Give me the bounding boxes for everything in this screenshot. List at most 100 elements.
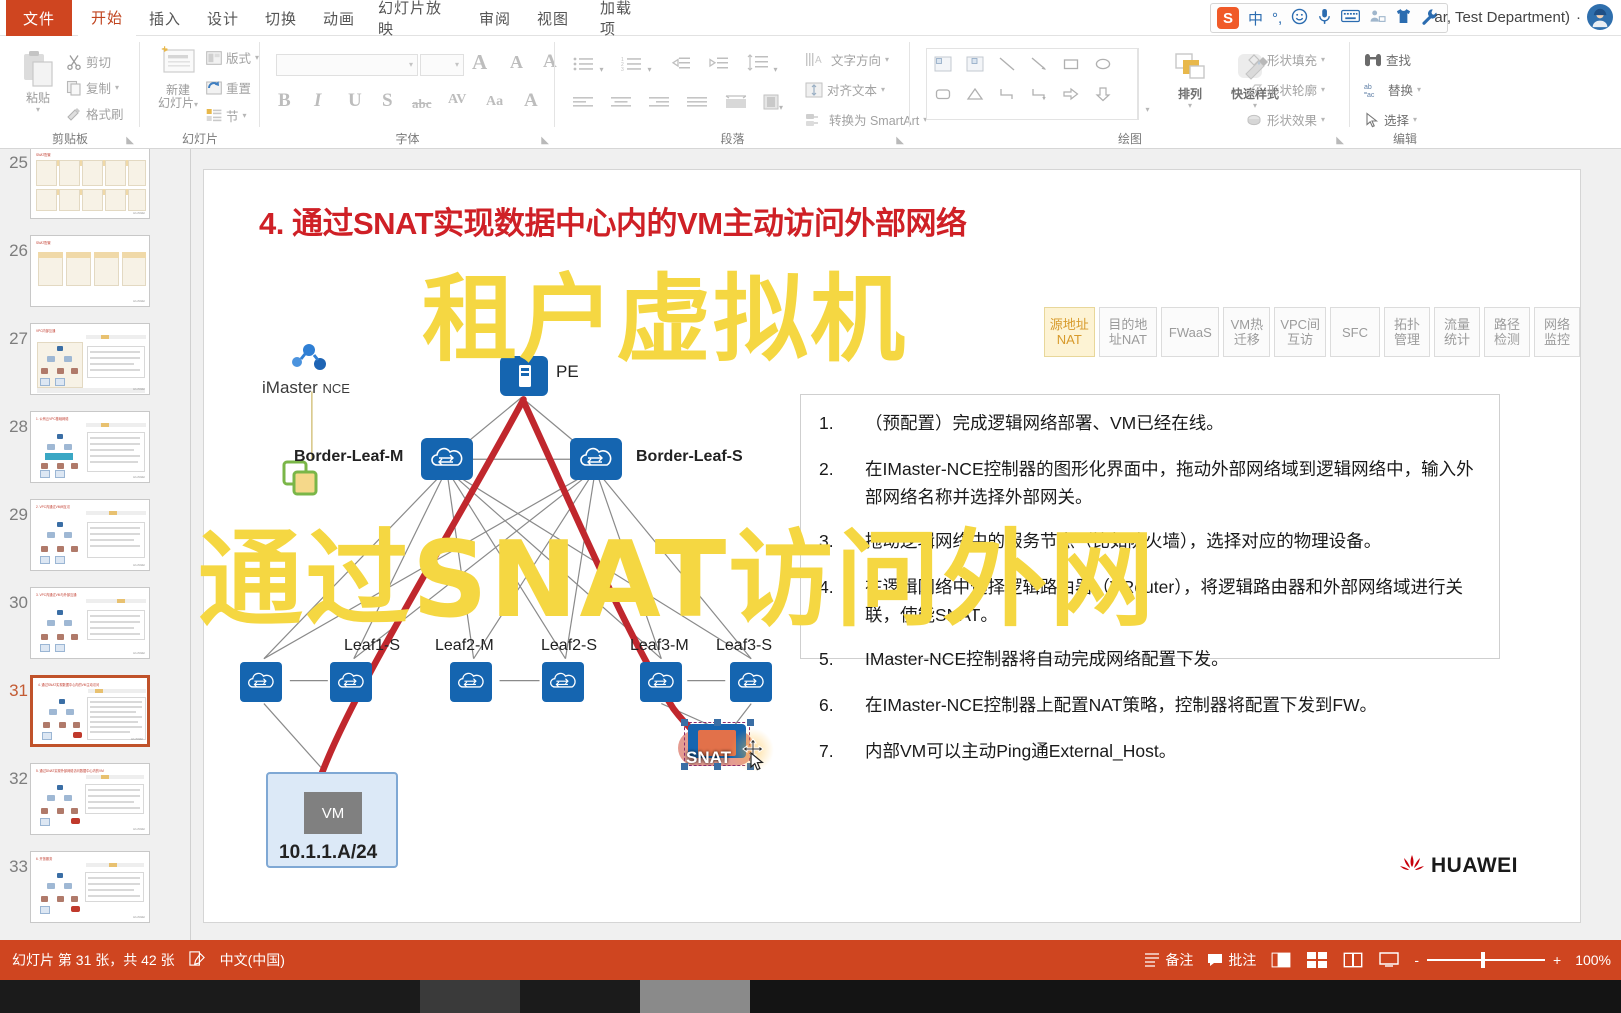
thumbnail-row-30[interactable]: 30 3. VPC内通过VM与外部互通 HUAWEI: [0, 585, 190, 673]
clipboard-dialog-launcher-icon[interactable]: ◣: [126, 135, 134, 146]
tab-animations[interactable]: 动画: [310, 0, 368, 36]
zoom-thumb[interactable]: [1481, 952, 1485, 968]
punctuation-mode-icon[interactable]: °,: [1272, 10, 1282, 27]
language-label[interactable]: 中文(中国): [220, 950, 285, 970]
thumbnail-row-29[interactable]: 29 2. VPC内通过VM间互访 HUAWEI: [0, 497, 190, 585]
drawing-dialog-launcher-icon[interactable]: ◣: [1336, 135, 1344, 146]
tab-home[interactable]: 开始: [78, 0, 136, 36]
emoji-picker-icon[interactable]: [1291, 8, 1308, 29]
shape-rectangle-icon[interactable]: [1055, 49, 1087, 79]
thumbnail-row-27[interactable]: 27 VPC内部互通 HUAWEI: [0, 321, 190, 409]
zoom-in-button[interactable]: +: [1553, 952, 1561, 968]
align-center-button[interactable]: [611, 96, 631, 115]
thumbnail-row-28[interactable]: 28 1. 公有云VPC基础网络 HUAWEI: [0, 409, 190, 497]
tab-slideshow[interactable]: 幻灯片放映: [368, 0, 466, 38]
strikethrough-button[interactable]: abc: [412, 96, 432, 112]
character-spacing-button[interactable]: AV: [448, 92, 466, 108]
tab-review[interactable]: 审阅: [466, 0, 524, 36]
shape-triangle-icon[interactable]: [959, 79, 991, 109]
select-button[interactable]: 选择 ▾: [1364, 110, 1417, 129]
thumbnail-row-31[interactable]: 31 4. 通过SNAT实现数据中心内的VM主动访问 HUAWEI: [0, 673, 190, 761]
font-color-button[interactable]: A: [524, 90, 538, 112]
skin-icon[interactable]: [1395, 8, 1412, 28]
zoom-level-label[interactable]: 100%: [1575, 952, 1611, 968]
thumbnail-slide[interactable]: 6. 开放服务 HUAWEI: [30, 851, 150, 923]
shape-line-icon[interactable]: [991, 49, 1023, 79]
font-dialog-launcher-icon[interactable]: ◣: [541, 135, 549, 146]
format-painter-button[interactable]: 格式刷: [66, 104, 124, 123]
align-text-button[interactable]: 对齐文本 ▾: [805, 80, 885, 99]
bold-button[interactable]: B: [278, 90, 291, 112]
zoom-slider[interactable]: - +: [1414, 952, 1561, 968]
align-right-button[interactable]: [649, 96, 669, 115]
cut-button[interactable]: 剪切: [66, 52, 111, 71]
zoom-track[interactable]: [1427, 952, 1545, 968]
tab-view[interactable]: 视图: [524, 0, 582, 36]
arrange-button[interactable]: 排列 ▾: [1162, 52, 1218, 110]
increase-indent-button[interactable]: [709, 56, 729, 77]
user-dictionary-icon[interactable]: [1369, 9, 1386, 28]
thumbnail-slide[interactable]: 1. 公有云VPC基础网络 HUAWEI: [30, 411, 150, 483]
layout-button[interactable]: 版式 ▾: [206, 48, 259, 67]
text-shadow-button[interactable]: S: [382, 90, 393, 112]
numbering-button[interactable]: 123 ▾: [621, 56, 651, 77]
thumbnail-slide-selected[interactable]: 4. 通过SNAT实现数据中心内的VM主动访问 HUAWEI: [30, 675, 150, 747]
shape-effects-button[interactable]: 形状效果 ▾: [1246, 110, 1325, 129]
thumbnail-slide[interactable]: 2. VPC内通过VM间互访 HUAWEI: [30, 499, 150, 571]
section-button[interactable]: 节 ▾: [206, 106, 247, 125]
shape-elbow-connector-icon[interactable]: [991, 79, 1023, 109]
shape-fill-button[interactable]: 形状填充 ▾: [1246, 50, 1325, 69]
shape-right-arrow-icon[interactable]: [1055, 79, 1087, 109]
reading-view-button[interactable]: [1342, 950, 1364, 970]
font-name-caret-icon[interactable]: ▾: [409, 60, 413, 69]
shape-ellipse-icon[interactable]: [1087, 49, 1119, 79]
font-size-caret-icon[interactable]: ▾: [455, 60, 459, 69]
thumbnail-slide[interactable]: 3. VPC内通过VM与外部互通 HUAWEI: [30, 587, 150, 659]
underline-button[interactable]: U: [348, 90, 362, 112]
tab-insert[interactable]: 插入: [136, 0, 194, 36]
grow-font-button[interactable]: A: [472, 50, 487, 75]
sogou-ime-toolbar[interactable]: S 中 °,: [1210, 3, 1449, 33]
copy-button[interactable]: 复制 ▾: [66, 78, 119, 97]
font-name-input[interactable]: ▾: [276, 54, 418, 76]
find-button[interactable]: 查找: [1364, 50, 1411, 69]
shape-rounded-rect-icon[interactable]: [927, 79, 959, 109]
shape-elbow-arrow-icon[interactable]: [1023, 79, 1055, 109]
thumbnail-row-25[interactable]: 25 SNAT配置 HUAWEI: [0, 149, 190, 233]
spellcheck-icon[interactable]: [188, 950, 206, 970]
comments-button[interactable]: 批注: [1207, 950, 1256, 970]
sogou-logo-icon[interactable]: S: [1217, 7, 1239, 29]
line-spacing-button[interactable]: ▾: [747, 54, 777, 77]
section-caret-icon[interactable]: ▾: [243, 111, 247, 120]
justify-button[interactable]: [687, 96, 707, 115]
text-alignment-button[interactable]: ▾: [763, 94, 783, 115]
tab-transitions[interactable]: 切换: [252, 0, 310, 36]
paragraph-dialog-launcher-icon[interactable]: ◣: [896, 135, 904, 146]
zoom-out-button[interactable]: -: [1414, 952, 1419, 968]
reset-button[interactable]: 重置: [206, 78, 251, 97]
thumbnail-scrollbar[interactable]: [176, 149, 189, 940]
thumbnail-slide[interactable]: SNAT配置 HUAWEI: [30, 235, 150, 307]
shape-textbox2-icon[interactable]: [959, 49, 991, 79]
thumbnail-slide[interactable]: VPC内部互通 HUAWEI: [30, 323, 150, 395]
copy-caret-icon[interactable]: ▾: [115, 83, 119, 92]
tab-addins[interactable]: 加载项: [590, 0, 656, 38]
tab-file[interactable]: 文件: [6, 0, 72, 36]
normal-view-button[interactable]: [1270, 950, 1292, 970]
shape-arrow-icon[interactable]: [1023, 49, 1055, 79]
notes-button[interactable]: 备注: [1144, 950, 1193, 970]
bullets-button[interactable]: ▾: [573, 56, 603, 77]
shrink-font-button[interactable]: A: [510, 52, 523, 73]
shapes-gallery[interactable]: [926, 48, 1138, 120]
voice-input-icon[interactable]: [1317, 8, 1332, 29]
thumbnail-slide[interactable]: 5. 通过DNAT实现外部网络访问数据中心内的VM HUAWEI: [30, 763, 150, 835]
snat-object[interactable]: SNAT: [670, 719, 774, 774]
shape-textbox1-icon[interactable]: [927, 49, 959, 79]
slide-sorter-button[interactable]: [1306, 950, 1328, 970]
shape-outline-button[interactable]: 形状轮廓 ▾: [1246, 80, 1325, 99]
text-direction-button[interactable]: A 文字方向 ▾: [805, 50, 889, 69]
shape-down-arrow-icon[interactable]: [1087, 79, 1119, 109]
slide-thumbnail-pane[interactable]: 25 SNAT配置 HUAWEI 26 SNAT配置 HUAWEI 27 VPC…: [0, 149, 191, 940]
avatar[interactable]: [1587, 4, 1613, 30]
font-size-input[interactable]: ▾: [420, 54, 464, 76]
